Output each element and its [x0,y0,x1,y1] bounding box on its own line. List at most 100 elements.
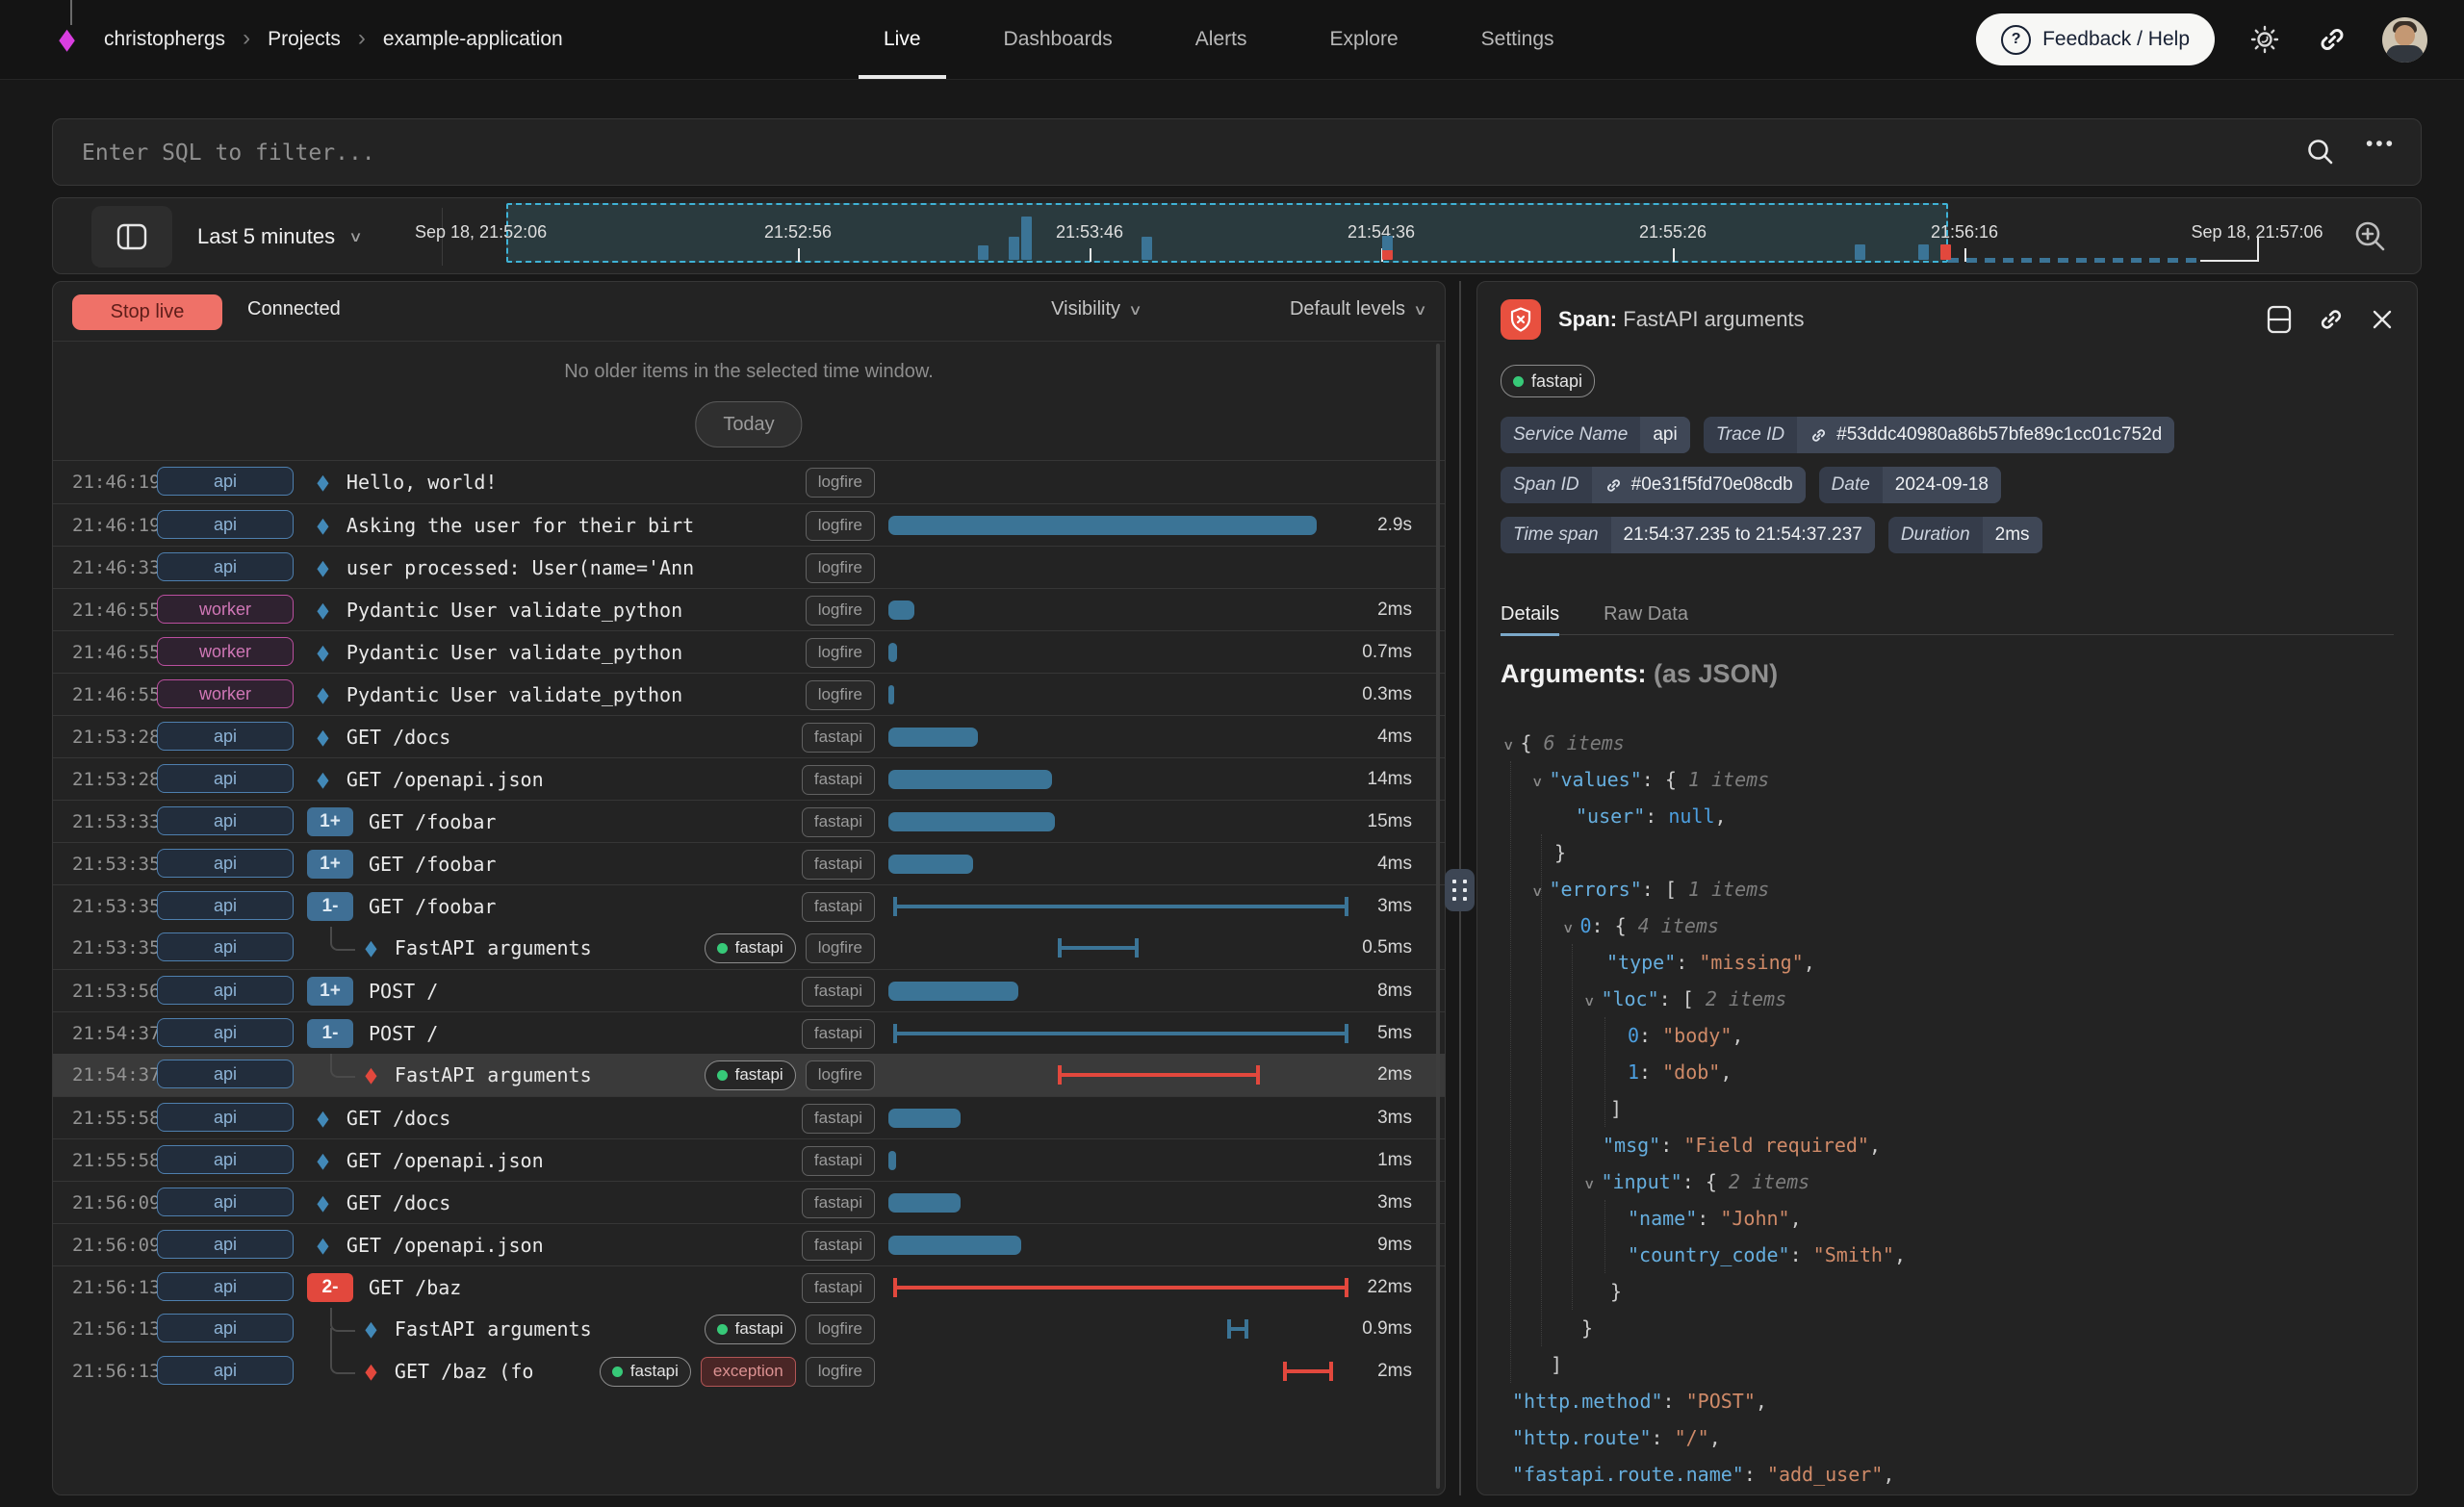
json-token: } [1581,1316,1593,1340]
nav-tab-settings[interactable]: Settings [1481,0,1554,79]
nav-tabs: Live Dashboards Alerts Explore Settings [884,0,1554,79]
children-count-badge[interactable]: 1- [307,1019,353,1048]
trace-row[interactable]: 21:56:13api2-GET /bazfastapi22ms [53,1265,1445,1308]
trace-row[interactable]: 21:55:58api◆GET /docsfastapi3ms [53,1096,1445,1138]
today-button[interactable]: Today [695,401,802,447]
visibility-label: Visibility [1051,298,1120,320]
chip-value[interactable]: #0e31f5fd70e08cdb [1592,467,1806,503]
json-line: "country_code": "Smith", [1502,1237,2407,1273]
panel-resize-handle[interactable] [1445,869,1475,911]
nav-tab-live[interactable]: Live [884,0,921,79]
collapse-caret-icon[interactable]: ∨ [1532,874,1543,910]
nav-tab-explore[interactable]: Explore [1329,0,1398,79]
json-token: ] [1551,1353,1562,1376]
timeline-tick [1090,248,1091,262]
breadcrumb-item[interactable]: example-application [383,28,563,51]
scrollbar[interactable] [1436,344,1440,1489]
trace-row[interactable]: 21:53:28api◆GET /docsfastapi4ms [53,715,1445,757]
trace-row[interactable]: 21:56:09api◆GET /openapi.jsonfastapi9ms [53,1223,1445,1265]
trace-row[interactable]: 21:53:56api1+POST /fastapi8ms [53,969,1445,1011]
trace-row[interactable]: 21:54:37api1-POST /fastapi5ms [53,1011,1445,1054]
duration-label: 0.3ms [1362,674,1412,716]
row-content: ◆Pydantic User validate_python [307,589,682,631]
empty-state: No older items in the selected time wind… [53,342,1445,460]
duration-bar [888,600,914,620]
duration-bar [888,1193,961,1213]
json-token: 1 items [1688,768,1769,791]
span-diamond-icon: ◆ [317,725,328,750]
default-levels-dropdown[interactable]: Default levels ∨ [1290,298,1425,320]
metadata-chip-duration: Duration2ms [1888,517,2042,553]
trace-row[interactable]: 21:53:35api1+GET /foobarfastapi4ms [53,842,1445,884]
fastapi-tag: fastapi [802,892,875,922]
timeline-selection[interactable] [506,203,1948,263]
nav-tab-dashboards[interactable]: Dashboards [1004,0,1113,79]
arguments-heading-text: Arguments: [1501,659,1647,688]
trace-row[interactable]: 21:46:19api◆Asking the user for their bi… [53,503,1445,546]
service-pill-worker: worker [157,679,294,708]
trace-row[interactable]: 21:46:33api◆user processed: User(name='A… [53,546,1445,588]
stop-live-button[interactable]: Stop live [72,294,222,330]
json-line: "type": "missing", [1502,944,2407,981]
trace-row[interactable]: 21:46:55worker◆Pydantic User validate_py… [53,673,1445,715]
user-avatar[interactable] [2382,17,2427,63]
trace-row[interactable]: 21:56:13api◆FastAPI argumentsfastapilogf… [53,1308,1445,1350]
span-message: POST / [369,980,438,1003]
trace-row[interactable]: 21:54:37api◆FastAPI argumentsfastapilogf… [53,1054,1445,1096]
fastapi-tag: fastapi [802,977,875,1007]
row-timestamp: 21:54:37 [72,1012,161,1055]
visibility-dropdown[interactable]: Visibility ∨ [1051,298,1141,320]
trace-row[interactable]: 21:56:09api◆GET /docsfastapi3ms [53,1181,1445,1223]
tab-raw-data[interactable]: Raw Data [1604,594,1688,634]
chip-label: Duration [1888,517,1983,553]
breadcrumb-item[interactable]: christophergs [104,28,225,51]
tab-details[interactable]: Details [1501,594,1559,634]
collapse-caret-icon[interactable]: ∨ [1563,910,1574,947]
children-count-badge[interactable]: 1+ [307,977,353,1006]
children-count-badge[interactable]: 1- [307,892,353,921]
sql-filter-input[interactable] [53,119,2278,187]
theme-toggle-icon[interactable] [2247,22,2282,57]
timeline[interactable]: Sep 18, 21:52:06Sep 18, 21:57:0621:52:56… [53,198,2421,273]
row-tags: fastapi [802,1097,875,1139]
trace-row[interactable]: 21:56:13api◆GET /baz (fofastapiexception… [53,1350,1445,1392]
span-diamond-icon: ◆ [365,1062,376,1087]
duration-bar-zone [888,1224,1360,1266]
span-message: Pydantic User validate_python [346,683,682,706]
search-icon[interactable] [2303,135,2338,169]
dock-panel-icon[interactable] [2267,305,2292,334]
trace-row[interactable]: 21:53:28api◆GET /openapi.jsonfastapi14ms [53,757,1445,800]
chip-label: Date [1819,467,1883,503]
copy-link-icon[interactable] [2317,305,2346,334]
collapse-caret-icon[interactable]: ∨ [1503,728,1514,764]
children-count-badge[interactable]: 2- [307,1273,353,1302]
trace-row[interactable]: 21:46:55worker◆Pydantic User validate_py… [53,588,1445,630]
share-link-icon[interactable] [2315,22,2349,57]
row-timestamp: 21:46:55 [72,589,161,631]
trace-row[interactable]: 21:53:33api1+GET /foobarfastapi15ms [53,800,1445,842]
collapse-caret-icon[interactable]: ∨ [1532,764,1543,801]
close-icon[interactable] [2371,308,2394,331]
children-count-badge[interactable]: 1+ [307,850,353,879]
trace-row[interactable]: 21:46:19api◆Hello, world!logfire [53,461,1445,503]
duration-label: 4ms [1377,843,1412,885]
zoom-in-icon[interactable] [2349,216,2392,258]
feedback-help-button[interactable]: ? Feedback / Help [1976,13,2215,65]
breadcrumb-item[interactable]: Projects [268,28,341,51]
row-content: ◆GET /openapi.json [307,1139,544,1182]
trace-row[interactable]: 21:53:35api1-GET /foobarfastapi3ms [53,884,1445,927]
children-count-badge[interactable]: 1+ [307,807,353,836]
timeline-histogram-bar [1940,244,1951,260]
json-token: : [ [1659,987,1706,1010]
trace-row[interactable]: 21:46:55worker◆Pydantic User validate_py… [53,630,1445,673]
collapse-caret-icon[interactable]: ∨ [1584,983,1595,1020]
trace-row[interactable]: 21:53:35api◆FastAPI argumentsfastapilogf… [53,927,1445,969]
more-options-icon[interactable]: ••• [2366,133,2396,156]
nav-tab-alerts[interactable]: Alerts [1195,0,1247,79]
row-timestamp: 21:53:28 [72,716,161,758]
chip-value[interactable]: #53ddc40980a86b57bfe89c1cc01c752d [1797,417,2174,453]
logfire-logo-icon[interactable]: ◆ [56,19,87,62]
collapse-caret-icon[interactable]: ∨ [1584,1166,1595,1203]
trace-row[interactable]: 21:55:58api◆GET /openapi.jsonfastapi1ms [53,1138,1445,1181]
fastapi-tag: fastapi [705,933,796,963]
